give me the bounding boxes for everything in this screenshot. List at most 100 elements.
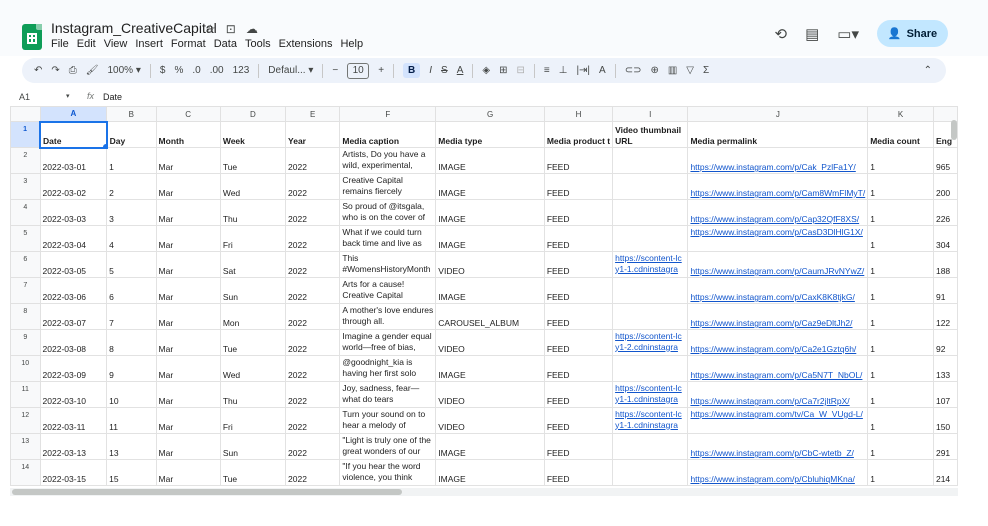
font-select[interactable]: Defaul... ▾ bbox=[268, 65, 313, 76]
cell-header-media-type[interactable]: Media type bbox=[435, 121, 545, 148]
spreadsheet-grid[interactable]: A B C D E F G H I J K 1 Date Day Month W… bbox=[10, 106, 958, 488]
menu-tools[interactable]: Tools bbox=[245, 38, 271, 50]
cell-media-type[interactable]: IMAGE bbox=[435, 225, 545, 252]
cell-count[interactable]: 1 bbox=[867, 433, 934, 460]
cell-day[interactable]: 10 bbox=[106, 381, 157, 408]
horizontal-scroll-thumb[interactable] bbox=[12, 489, 402, 495]
cell-header-thumbnail[interactable]: Video thumbnail URL bbox=[612, 121, 689, 148]
cell-media-product[interactable]: FEED bbox=[543, 433, 614, 460]
cell-week[interactable]: Tue bbox=[219, 459, 287, 486]
cell-media-type[interactable]: IMAGE bbox=[435, 277, 545, 304]
cell-month[interactable]: Mar bbox=[155, 407, 221, 434]
cell-media-product[interactable]: FEED bbox=[543, 277, 614, 304]
cell-date[interactable]: 2022-03-02 bbox=[39, 173, 108, 200]
cell-permalink[interactable]: https://www.instagram.com/p/Caz9eDltJh2/ bbox=[687, 303, 869, 330]
cell-permalink[interactable]: https://www.instagram.com/tv/Ca_W_VUgd-L… bbox=[687, 407, 869, 434]
cell-media-product[interactable]: FEED bbox=[543, 147, 614, 174]
cell-date[interactable]: 2022-03-03 bbox=[39, 199, 108, 226]
cell-media-product[interactable]: FEED bbox=[543, 381, 614, 408]
cell-year[interactable]: 2022 bbox=[285, 173, 341, 200]
cell-thumbnail-url[interactable] bbox=[612, 147, 689, 174]
cell-permalink[interactable]: https://www.instagram.com/p/Cap32QfF8XS/ bbox=[687, 199, 869, 226]
insert-comment-icon[interactable]: ⊕ bbox=[650, 65, 658, 76]
cell-day[interactable]: 3 bbox=[106, 199, 157, 226]
cell-permalink[interactable]: https://www.instagram.com/p/Cak_PzlFa1Y/ bbox=[687, 147, 869, 174]
cell-count[interactable]: 1 bbox=[867, 329, 934, 356]
cell-media-product[interactable]: FEED bbox=[543, 225, 614, 252]
text-wrap-icon[interactable]: |⇥| bbox=[576, 65, 590, 76]
cell-thumbnail-url[interactable] bbox=[612, 355, 689, 382]
cell-month[interactable]: Mar bbox=[155, 355, 221, 382]
font-size-increase-button[interactable]: + bbox=[378, 65, 384, 76]
cell-day[interactable]: 6 bbox=[106, 277, 157, 304]
cell-permalink[interactable]: https://www.instagram.com/p/CbC-wtetb_Z/ bbox=[687, 433, 869, 460]
cell-caption[interactable]: Joy, sadness, fear—what do tears bbox=[339, 381, 437, 408]
cell-week[interactable]: Wed bbox=[219, 173, 287, 200]
cell-header-date[interactable]: Date bbox=[39, 120, 108, 149]
horizontal-scrollbar[interactable] bbox=[10, 488, 958, 496]
cell-day[interactable]: 2 bbox=[106, 173, 157, 200]
bold-button[interactable]: B bbox=[403, 63, 421, 78]
vertical-align-icon[interactable]: ⊥ bbox=[559, 65, 568, 76]
cell-month[interactable]: Mar bbox=[155, 381, 221, 408]
print-icon[interactable]: ⎙ bbox=[69, 65, 77, 76]
cell-year[interactable]: 2022 bbox=[285, 147, 341, 174]
row-header[interactable]: 1 bbox=[10, 121, 41, 148]
row-header[interactable]: 13 bbox=[10, 433, 41, 460]
cell-caption[interactable]: Creative Capital remains fiercely bbox=[339, 173, 437, 200]
cell-day[interactable]: 4 bbox=[106, 225, 157, 252]
increase-decimal-button[interactable]: .00 bbox=[210, 65, 224, 76]
cell-media-product[interactable]: FEED bbox=[543, 173, 614, 200]
cell-thumbnail-url[interactable]: https://scontent-lcy1-1.cdninstagra bbox=[612, 251, 689, 278]
cell-thumbnail-url[interactable]: https://scontent-lcy1-1.cdninstagra bbox=[612, 381, 689, 408]
cell-week[interactable]: Wed bbox=[219, 355, 287, 382]
cell-year[interactable]: 2022 bbox=[285, 407, 341, 434]
cell-permalink[interactable]: https://www.instagram.com/p/Ca5N7T_NbOL/ bbox=[687, 355, 869, 382]
cell-thumbnail-url[interactable] bbox=[612, 225, 689, 252]
cell-media-type[interactable]: VIDEO bbox=[435, 329, 545, 356]
cell-week[interactable]: Fri bbox=[219, 225, 287, 252]
cell-date[interactable]: 2022-03-13 bbox=[39, 433, 108, 460]
vertical-scrollbar[interactable] bbox=[950, 118, 958, 488]
cell-week[interactable]: Sat bbox=[219, 251, 287, 278]
strikethrough-button[interactable]: S bbox=[441, 65, 448, 76]
formula-input[interactable]: Date bbox=[103, 92, 122, 102]
cell-year[interactable]: 2022 bbox=[285, 355, 341, 382]
row-header[interactable]: 10 bbox=[10, 355, 41, 382]
cell-month[interactable]: Mar bbox=[155, 277, 221, 304]
row-header[interactable]: 7 bbox=[10, 277, 41, 304]
cell-month[interactable]: Mar bbox=[155, 147, 221, 174]
font-size-decrease-button[interactable]: − bbox=[332, 65, 338, 76]
cell-caption[interactable]: "Light is truly one of the great wonders… bbox=[339, 433, 437, 460]
menu-file[interactable]: File bbox=[51, 38, 69, 50]
insert-link-icon[interactable]: ⊂⊃ bbox=[625, 65, 642, 76]
cell-date[interactable]: 2022-03-09 bbox=[39, 355, 108, 382]
cell-week[interactable]: Sun bbox=[219, 433, 287, 460]
cell-week[interactable]: Sun bbox=[219, 277, 287, 304]
comments-icon[interactable]: ▤ bbox=[805, 25, 819, 43]
version-history-icon[interactable]: ⟲ bbox=[775, 25, 788, 43]
sheets-logo-icon[interactable] bbox=[22, 24, 42, 50]
column-header-f[interactable]: F bbox=[339, 106, 437, 122]
cell-date[interactable]: 2022-03-01 bbox=[39, 147, 108, 174]
cell-media-type[interactable]: IMAGE bbox=[435, 147, 545, 174]
menu-insert[interactable]: Insert bbox=[135, 38, 163, 50]
cell-media-type[interactable]: CAROUSEL_ALBUM bbox=[435, 303, 545, 330]
cell-header-year[interactable]: Year bbox=[285, 121, 341, 148]
cell-caption[interactable]: What if we could turn back time and live… bbox=[339, 225, 437, 252]
cell-count[interactable]: 1 bbox=[867, 173, 934, 200]
row-header[interactable]: 11 bbox=[10, 381, 41, 408]
fill-color-icon[interactable]: ◈ bbox=[482, 65, 490, 76]
menu-edit[interactable]: Edit bbox=[77, 38, 96, 50]
cell-media-type[interactable]: IMAGE bbox=[435, 355, 545, 382]
cell-day[interactable]: 7 bbox=[106, 303, 157, 330]
cell-month[interactable]: Mar bbox=[155, 199, 221, 226]
cell-permalink[interactable]: https://www.instagram.com/p/CasD3DlHlG1X… bbox=[687, 225, 869, 252]
cell-year[interactable]: 2022 bbox=[285, 329, 341, 356]
cell-week[interactable]: Fri bbox=[219, 407, 287, 434]
cell-year[interactable]: 2022 bbox=[285, 433, 341, 460]
cell-thumbnail-url[interactable] bbox=[612, 199, 689, 226]
cell-count[interactable]: 1 bbox=[867, 147, 934, 174]
cell-date[interactable]: 2022-03-04 bbox=[39, 225, 108, 252]
borders-icon[interactable]: ⊞ bbox=[499, 65, 507, 76]
